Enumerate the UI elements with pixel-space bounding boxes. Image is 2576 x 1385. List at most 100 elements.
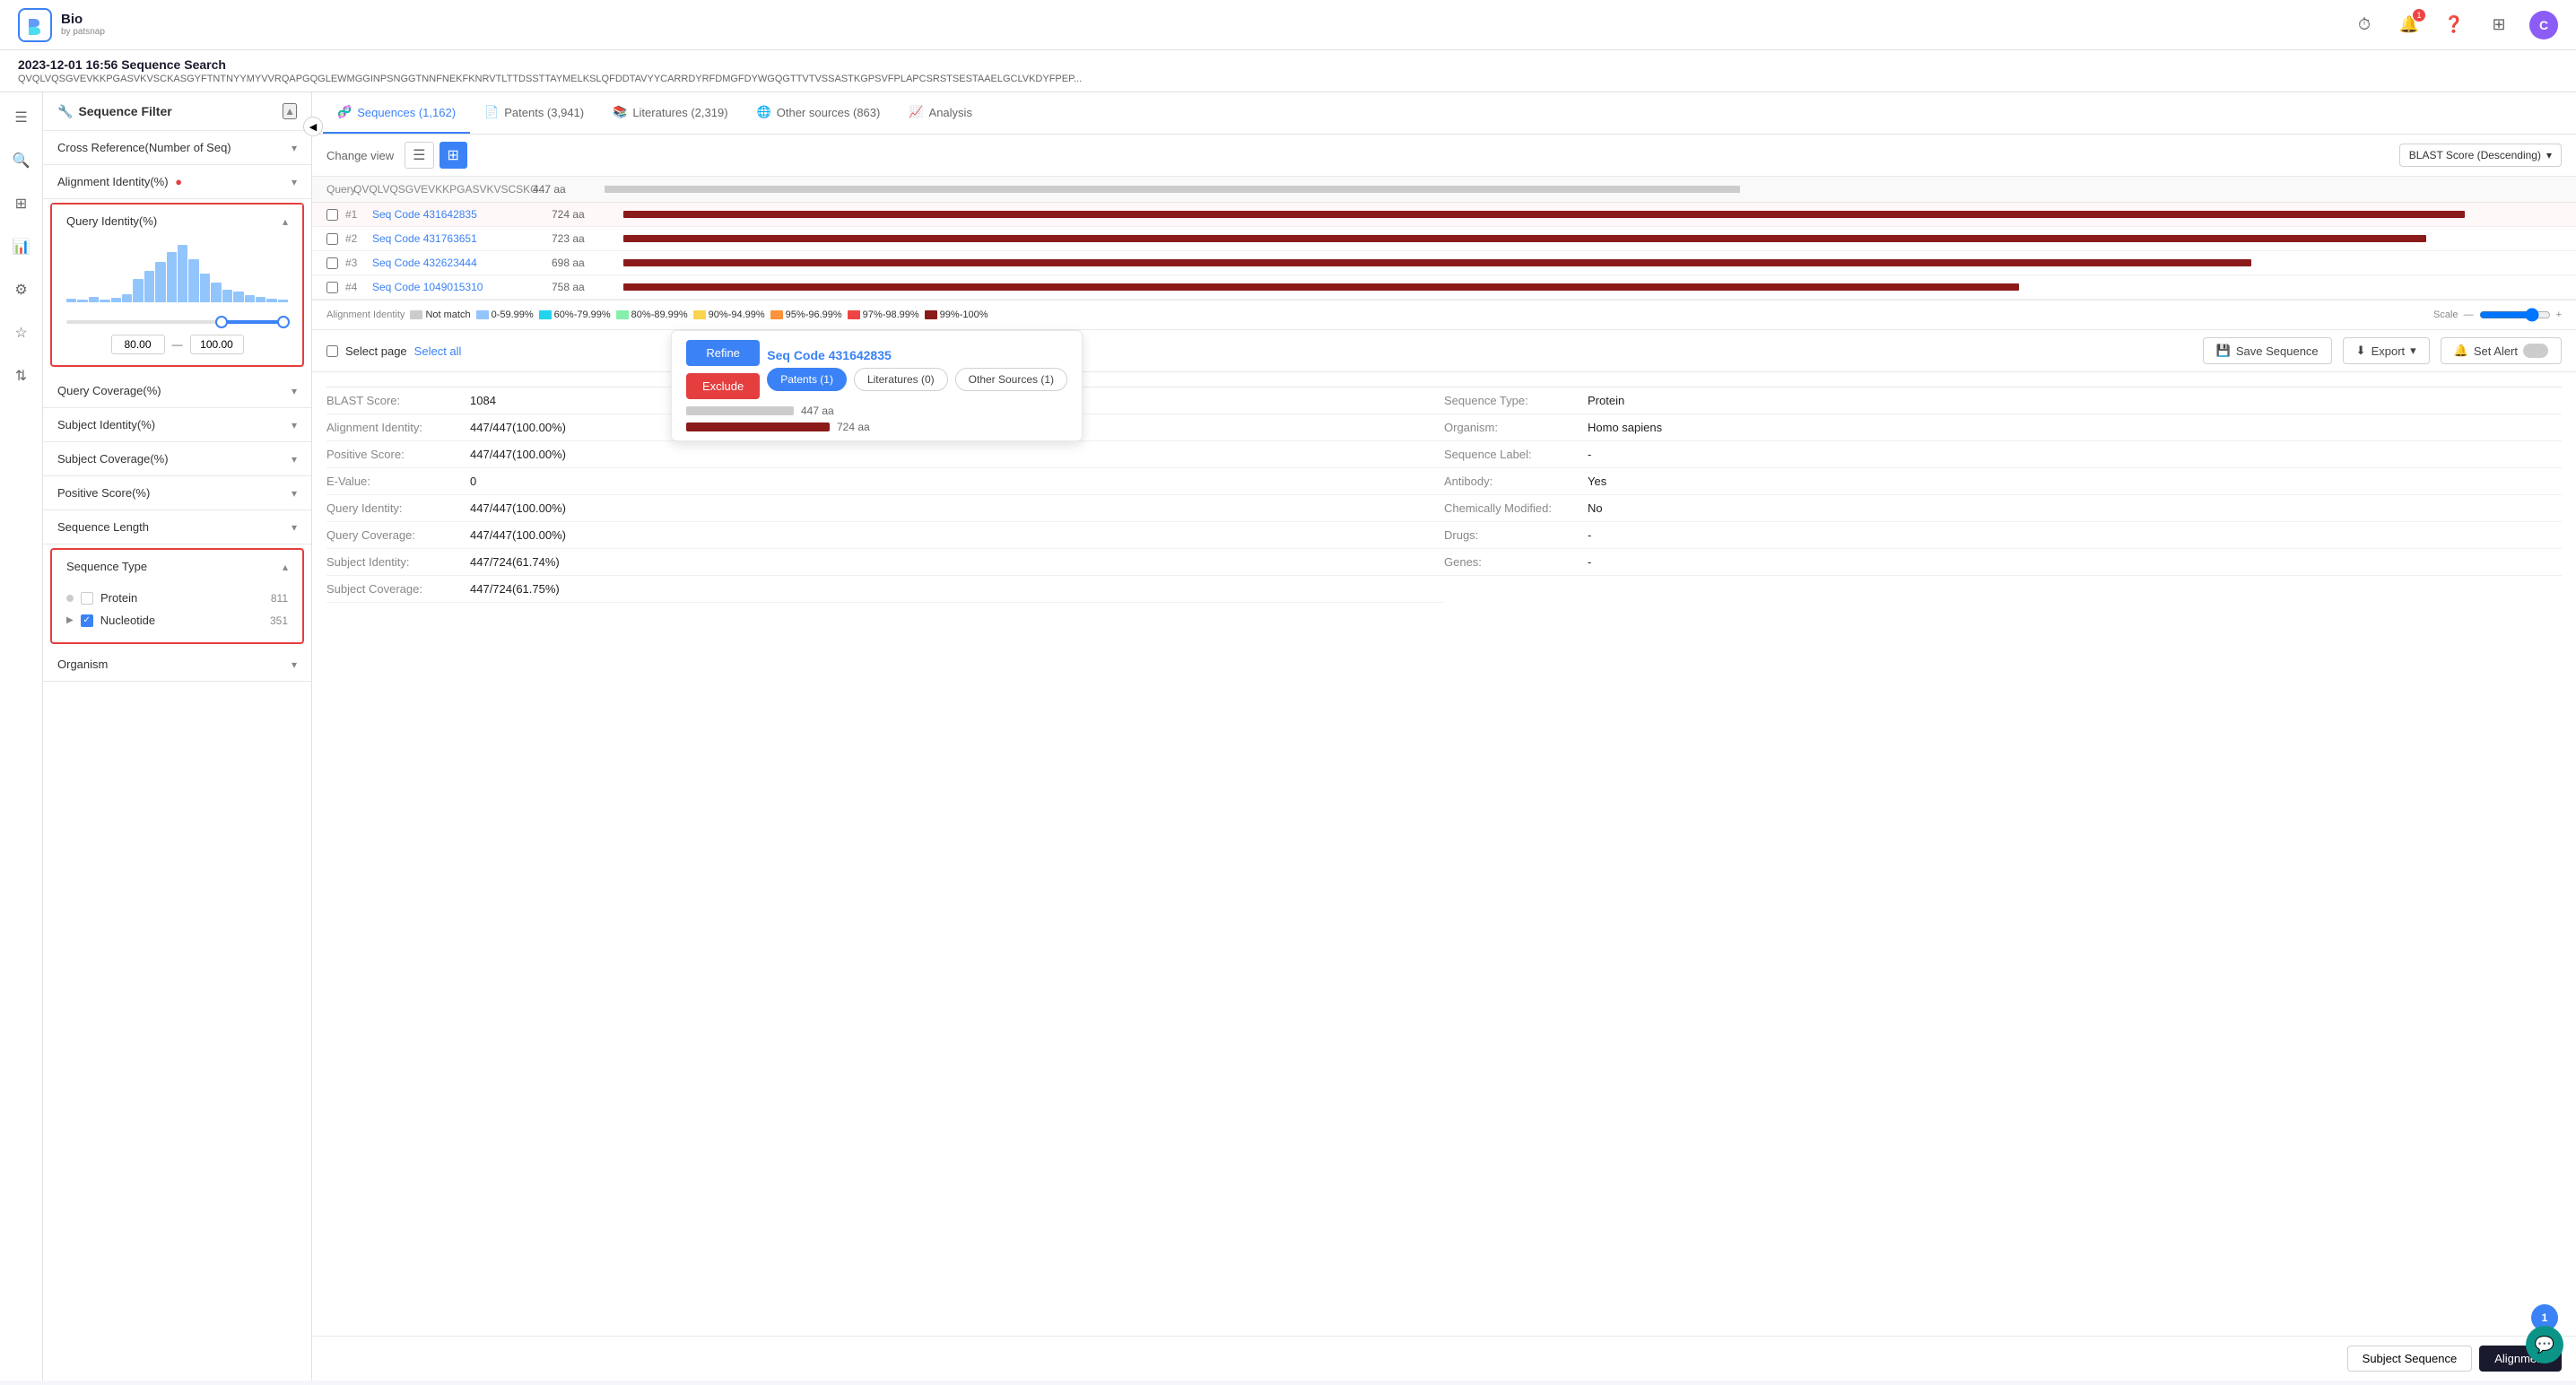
- sidebar-chart-btn[interactable]: 📊: [7, 232, 36, 261]
- table-row[interactable]: #2 Seq Code 431763651 723 aa: [312, 227, 2576, 251]
- table-row[interactable]: #4 Seq Code 1049015310 758 aa: [312, 275, 2576, 300]
- sidebar-star-btn[interactable]: ☆: [7, 318, 36, 347]
- pos-score-row: Positive Score: 447/447(100.00%): [326, 441, 1444, 468]
- legend-80-89-color: [616, 310, 629, 319]
- query-cov-header[interactable]: Query Coverage(%): [43, 374, 311, 407]
- subject-seq-btn[interactable]: Subject Sequence: [2347, 1346, 2473, 1372]
- alert-toggle[interactable]: [2523, 344, 2548, 358]
- row4-checkbox[interactable]: [326, 282, 338, 293]
- sidebar-search-btn[interactable]: 🔍: [7, 146, 36, 175]
- save-seq-icon: 💾: [2216, 344, 2231, 358]
- list-view-btn[interactable]: ☰: [405, 142, 433, 169]
- nucleotide-checkbox[interactable]: ✓: [81, 614, 93, 627]
- sidebar-filter-btn[interactable]: ⚙: [7, 275, 36, 304]
- popup-tab-literatures[interactable]: Literatures (0): [854, 368, 948, 391]
- exclude-btn[interactable]: Exclude: [686, 373, 760, 399]
- bell-icon-btn[interactable]: 🔔 1: [2395, 11, 2424, 39]
- tab-literatures[interactable]: 📚 Literatures (2,319): [598, 92, 742, 134]
- row3-bar: [623, 256, 2562, 270]
- scale-slider[interactable]: [2479, 308, 2551, 322]
- subj-id-header[interactable]: Subject Identity(%): [43, 408, 311, 441]
- row3-name[interactable]: Seq Code 432623444: [372, 257, 552, 269]
- top-nav: Bio by patsnap ⏱ 🔔 1 ❓ ⊞ C: [0, 0, 2576, 50]
- range-min-input[interactable]: 80.00: [111, 335, 165, 354]
- popup-tab-other-sources[interactable]: Other Sources (1): [955, 368, 1067, 391]
- organism-header[interactable]: Organism: [43, 648, 311, 681]
- scale-minus[interactable]: —: [2464, 309, 2474, 320]
- select-page-checkbox[interactable]: [326, 345, 338, 357]
- user-avatar[interactable]: C: [2529, 11, 2558, 39]
- tab-analysis[interactable]: 📈 Analysis: [894, 92, 987, 134]
- notification-badge: 1: [2413, 9, 2425, 22]
- popup-subject-bar: [686, 422, 830, 431]
- legend-0-59-color: [476, 310, 489, 319]
- row3-checkbox[interactable]: [326, 257, 338, 269]
- chart-bar-11: [178, 245, 187, 302]
- subj-cov-header[interactable]: Subject Coverage(%): [43, 442, 311, 475]
- popup-tab-patents[interactable]: Patents (1): [767, 368, 847, 391]
- tab-sequences[interactable]: 🧬 Sequences (1,162): [323, 92, 470, 134]
- sidebar-share-btn[interactable]: ⇅: [7, 361, 36, 390]
- range-max-input[interactable]: 100.00: [190, 335, 244, 354]
- sidebar-menu-btn[interactable]: ☰: [7, 103, 36, 132]
- refine-exclude-btns: Refine Exclude: [686, 340, 760, 399]
- scale-plus[interactable]: +: [2556, 309, 2562, 320]
- pos-score-header[interactable]: Positive Score(%): [43, 476, 311, 510]
- select-all-link[interactable]: Select all: [414, 344, 462, 358]
- nucleotide-expand-arrow[interactable]: ▶: [66, 615, 74, 625]
- chart-bar-10: [167, 252, 177, 302]
- table-row[interactable]: #1 Seq Code 431642835 724 aa: [312, 203, 2576, 227]
- range-handle-max[interactable]: [277, 316, 290, 328]
- filter-header: 🔧 Sequence Filter ▲: [43, 92, 311, 131]
- filter-panel: 🔧 Sequence Filter ▲ Cross Reference(Numb…: [43, 92, 312, 1381]
- export-btn[interactable]: ⬇ Export ▾: [2343, 337, 2430, 364]
- query-id-header[interactable]: Query Identity(%): [52, 205, 302, 238]
- seq-type-chevron: [283, 561, 288, 573]
- sort-chevron: ▾: [2546, 149, 2552, 161]
- set-alert-btn[interactable]: 🔔 Set Alert: [2441, 337, 2562, 364]
- help-icon-btn[interactable]: ❓: [2440, 11, 2468, 39]
- row1-checkbox[interactable]: [326, 209, 338, 221]
- filter-section-seq-len: Sequence Length: [43, 510, 311, 544]
- cross-ref-header[interactable]: Cross Reference(Number of Seq): [43, 131, 311, 164]
- row1-name[interactable]: Seq Code 431642835: [372, 208, 552, 221]
- timer-icon-btn[interactable]: ⏱: [2350, 11, 2379, 39]
- align-id-header[interactable]: Alignment Identity(%) ●: [43, 165, 311, 198]
- row4-bar-fill: [623, 283, 2019, 291]
- sidebar-grid-btn[interactable]: ⊞: [7, 189, 36, 218]
- row2-bar-fill: [623, 235, 2426, 242]
- refine-btn[interactable]: Refine: [686, 340, 760, 366]
- chart-bar-14: [211, 283, 221, 302]
- legend-99-100: 99%-100%: [925, 309, 988, 320]
- table-row[interactable]: #3 Seq Code 432623444 698 aa: [312, 251, 2576, 275]
- save-sequence-btn[interactable]: 💾 Save Sequence: [2203, 337, 2332, 364]
- chat-float-btn[interactable]: 💬: [2526, 1326, 2563, 1363]
- row4-name[interactable]: Seq Code 1049015310: [372, 281, 552, 293]
- row2-checkbox[interactable]: [326, 233, 338, 245]
- chart-bar-15: [222, 290, 232, 302]
- filter-collapse-btn[interactable]: ▲: [283, 103, 297, 119]
- timer-icon: ⏱: [2358, 15, 2371, 34]
- export-chevron: ▾: [2410, 344, 2416, 358]
- row2-name[interactable]: Seq Code 431763651: [372, 232, 552, 245]
- grid-view-btn[interactable]: ⊞: [439, 142, 467, 169]
- query-string: QVQLVQSGVEVKKPGASVKVSCKASGYFTNTNYYMYVVRQ…: [18, 74, 2558, 84]
- toolbar: Change view ☰ ⊞ BLAST Score (Descending)…: [312, 135, 2576, 177]
- sort-select[interactable]: BLAST Score (Descending) ▾: [2399, 144, 2562, 167]
- query-seq: QVQLVQSGVEVKKPGASVKVSCSKG...: [353, 183, 533, 196]
- scale-label: Scale: [2433, 309, 2459, 320]
- popup-seq-code[interactable]: Seq Code 431642835: [767, 348, 1067, 362]
- evalue-row: E-Value: 0: [326, 468, 1444, 495]
- grid-icon-btn[interactable]: ⊞: [2485, 11, 2513, 39]
- tab-other-sources[interactable]: 🌐 Other sources (863): [743, 92, 895, 134]
- seq-type-header[interactable]: Sequence Type: [52, 550, 302, 583]
- row4-num: #4: [345, 281, 372, 293]
- tab-patents[interactable]: 📄 Patents (3,941): [470, 92, 598, 134]
- filter-section-align-id: Alignment Identity(%) ●: [43, 165, 311, 199]
- subj-cov-chevron: [292, 453, 297, 466]
- protein-checkbox[interactable]: [81, 592, 93, 605]
- query-aa: 447 aa: [533, 183, 605, 196]
- range-handle-min[interactable]: [215, 316, 228, 328]
- view-toggle: Change view ☰ ⊞: [326, 142, 467, 169]
- seq-len-header[interactable]: Sequence Length: [43, 510, 311, 544]
